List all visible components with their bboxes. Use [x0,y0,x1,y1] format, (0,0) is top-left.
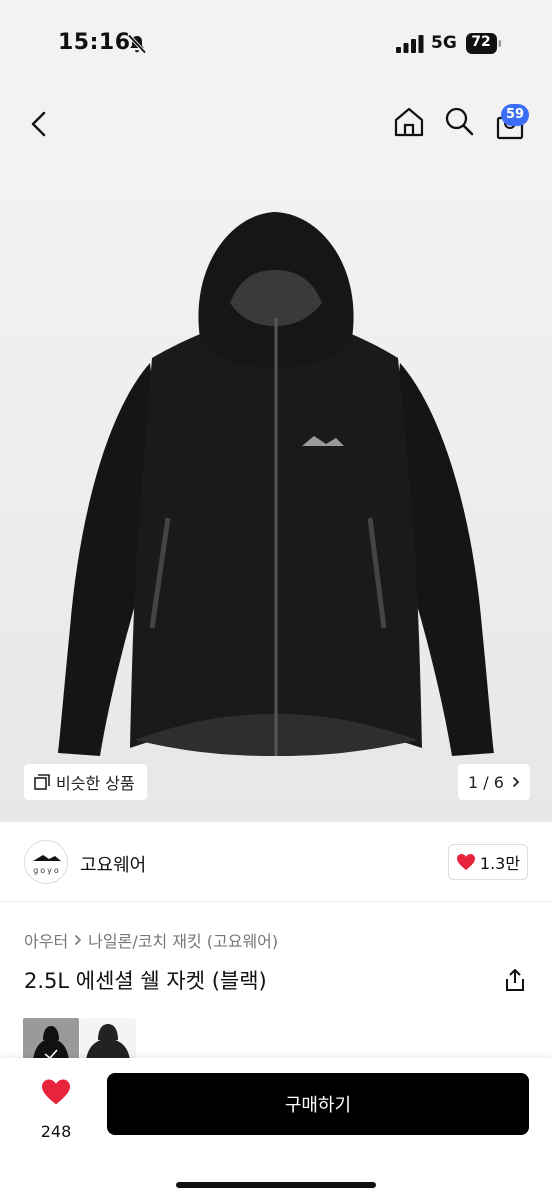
status-bar: 15:16 5G 72 [0,0,552,88]
bottom-action-bar: 248 구매하기 [0,1058,552,1200]
color-option-black-alt[interactable] [80,1018,136,1060]
pager-label: 1 / 6 [468,772,504,792]
jacket-thumbnail [33,1026,69,1060]
shop-logo-mark [33,855,61,861]
home-indicator [176,1182,376,1188]
cart-count-badge: 59 [501,104,529,126]
breadcrumb: 아우터 나일론/코치 재킷 (고요웨어) [24,928,278,952]
shop-row[interactable]: goyo 고요웨어 1.3만 [0,822,552,902]
heart-icon [42,1079,70,1105]
battery-level: 72 [471,34,491,50]
product-title: 2.5L 에센셜 쉘 자켓 (블랙) [24,969,267,993]
image-pager[interactable]: 1 / 6 [458,764,530,800]
signal-icon [396,35,424,53]
buy-button[interactable]: 구매하기 [107,1073,529,1135]
similar-icon [34,774,50,790]
search-icon[interactable] [444,106,474,136]
product-image-carousel[interactable]: 비슷한 상품 1 / 6 [0,160,552,822]
home-icon[interactable] [393,106,425,138]
back-arrow-icon[interactable] [28,110,50,138]
network-type: 5G [431,33,457,53]
color-option-black-selected[interactable] [23,1018,79,1060]
jacket-image [58,212,494,756]
chevron-right-icon [75,934,82,946]
wishlist-count: 248 [40,1122,72,1141]
shop-like-button[interactable]: 1.3만 [448,844,528,880]
jacket-thumbnail [86,1024,130,1060]
breadcrumb-category[interactable]: 아우터 [24,928,68,952]
shop-name[interactable]: 고요웨어 [80,851,146,877]
similar-products-label: 비슷한 상품 [56,774,135,793]
bell-off-icon [127,34,147,54]
wishlist-button[interactable]: 248 [26,1074,86,1141]
chevron-right-icon [512,776,520,788]
top-nav: 59 [0,88,552,160]
similar-products-button[interactable]: 비슷한 상품 [24,764,147,800]
share-icon[interactable] [504,968,526,992]
heart-icon [456,854,475,870]
shop-logo-text: goyo [33,866,61,875]
shop-like-count: 1.3만 [479,854,521,873]
status-time: 15:16 [58,30,131,55]
shop-logo[interactable]: goyo [24,840,68,884]
breadcrumb-subcategory[interactable]: 나일론/코치 재킷 (고요웨어) [88,928,278,952]
